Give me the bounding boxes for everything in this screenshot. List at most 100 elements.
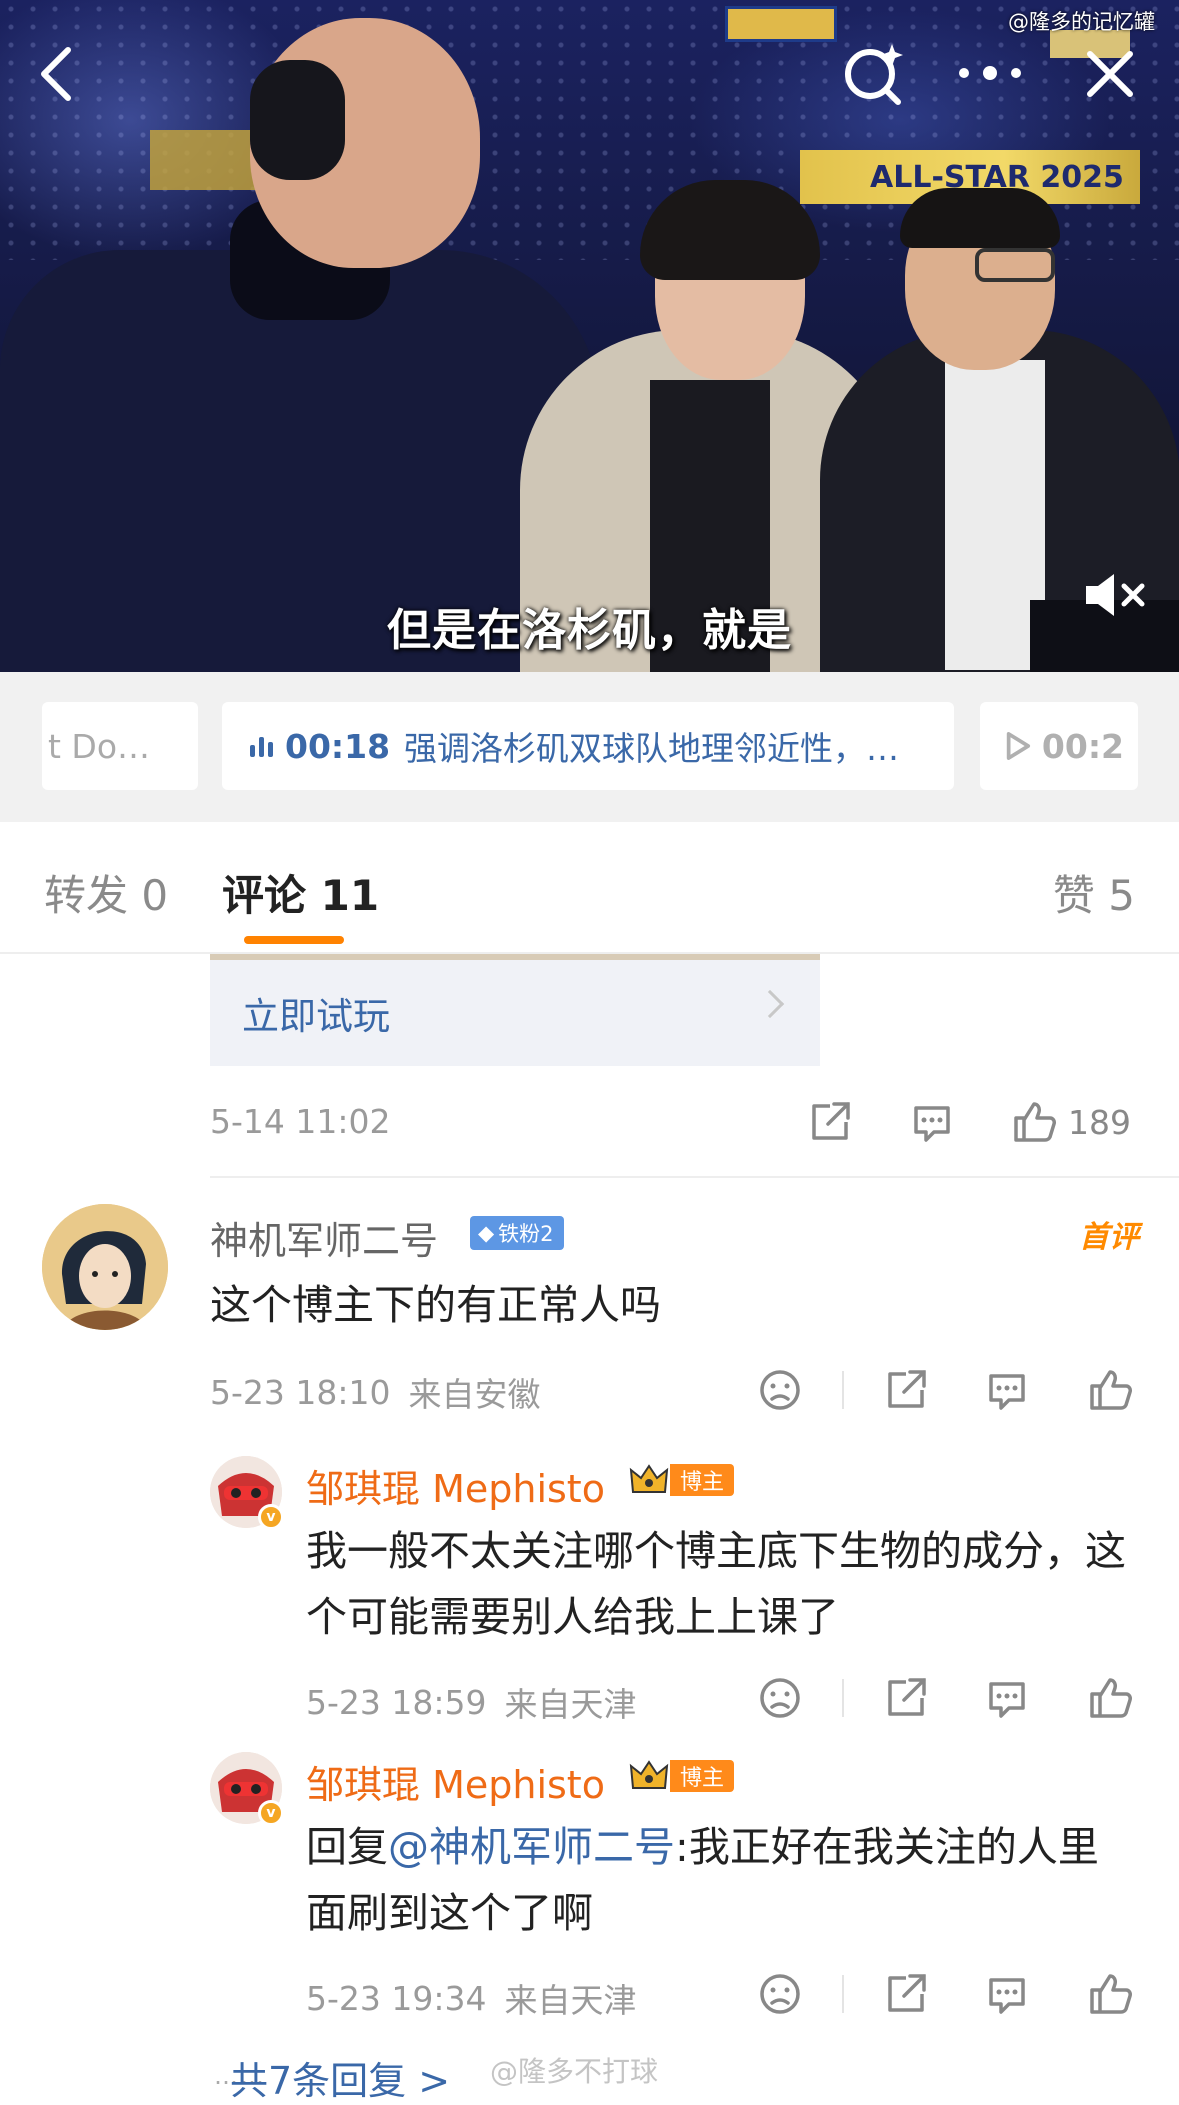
video-watermark: @隆多的记忆罐 bbox=[1008, 10, 1155, 34]
frown-face-icon bbox=[760, 1370, 800, 1410]
comment-time: 5-14 11:02 bbox=[210, 1102, 391, 1141]
comment-icon bbox=[989, 1374, 1025, 1410]
play-icon bbox=[1006, 732, 1031, 760]
headphones-icon bbox=[250, 60, 345, 180]
reply-meta: 5-23 19:34 来自天津 bbox=[306, 1974, 637, 2022]
reply-text: 回复@神机军师二号:我正好在我关注的人里面刷到这个了啊 bbox=[306, 1814, 1136, 1946]
comment-icon bbox=[989, 1978, 1025, 2014]
fan-badge: ◆ 铁粉2 bbox=[470, 1216, 564, 1250]
chapter-text: t Do… bbox=[48, 726, 151, 766]
divider bbox=[210, 1176, 1179, 1178]
ad-card[interactable]: 立即试玩 bbox=[210, 960, 820, 1066]
video-player[interactable]: ALL-STAR 2025 @隆多的记忆罐 但是在洛杉矶，就是 bbox=[0, 0, 1179, 672]
search-sparkle-icon bbox=[845, 44, 903, 105]
mute-button[interactable] bbox=[1080, 570, 1150, 620]
chapter-strip: t Do… 00:18 强调洛杉矶双球队地理邻近性，… 00:2 bbox=[0, 672, 1179, 822]
verified-icon: v bbox=[258, 1800, 284, 1826]
tab-comments[interactable]: 评论 11 bbox=[222, 862, 379, 923]
chapter-item-current[interactable]: 00:18 强调洛杉矶双球队地理邻近性，… bbox=[222, 702, 954, 790]
fan-badge-label: 铁粉2 bbox=[498, 1222, 554, 1246]
playing-icon bbox=[250, 735, 273, 757]
thumbs-up-icon bbox=[1090, 1678, 1132, 1718]
share-icon bbox=[888, 1678, 926, 1716]
dislike-button[interactable] bbox=[758, 1676, 802, 1720]
active-tab-indicator bbox=[244, 936, 344, 944]
reply-time: 5-23 18:59 bbox=[306, 1682, 487, 1722]
reply-prefix: 回复 bbox=[306, 1823, 388, 1871]
scoreboard-sign bbox=[725, 6, 837, 42]
share-button[interactable] bbox=[884, 1676, 928, 1720]
comment-username[interactable]: 神机军师二号 bbox=[210, 1210, 438, 1265]
reply-button[interactable] bbox=[985, 1368, 1029, 1412]
reply-username[interactable]: 邹琪琨 Mephisto bbox=[306, 1754, 605, 1809]
thumbs-up-icon bbox=[1090, 1974, 1132, 2014]
mention-link[interactable]: @神机军师二号 bbox=[388, 1823, 675, 1871]
thumbs-up-icon bbox=[1014, 1102, 1056, 1142]
tab-repost[interactable]: 转发 0 bbox=[44, 862, 168, 923]
reply-username[interactable]: 邹琪琨 Mephisto bbox=[306, 1458, 605, 1513]
more-replies-link[interactable]: 共7条回复 > bbox=[230, 2050, 450, 2105]
ad-cta-label: 立即试玩 bbox=[242, 995, 390, 1038]
chapter-item-next[interactable]: 00:2 bbox=[980, 702, 1138, 790]
chevron-right-icon bbox=[755, 989, 785, 1019]
avatar-illustration bbox=[42, 1204, 168, 1330]
comment-icon bbox=[989, 1682, 1025, 1718]
blogger-badge: 博主 bbox=[628, 1758, 735, 1794]
reply-button[interactable] bbox=[985, 1972, 1029, 2016]
reply-location: 来自天津 bbox=[504, 1981, 637, 2020]
avatar[interactable] bbox=[42, 1204, 168, 1330]
share-icon bbox=[812, 1102, 850, 1140]
blogger-badge: 博主 bbox=[628, 1461, 735, 1499]
divider bbox=[842, 1975, 844, 2013]
close-button[interactable] bbox=[1080, 44, 1140, 104]
dislike-button[interactable] bbox=[758, 1972, 802, 2016]
like-button[interactable] bbox=[1088, 1676, 1134, 1720]
comment-icon bbox=[914, 1106, 950, 1142]
share-icon bbox=[888, 1370, 926, 1408]
arena-sign bbox=[150, 130, 260, 190]
comment-time: 5-23 18:10 bbox=[210, 1372, 391, 1412]
share-button[interactable] bbox=[808, 1100, 852, 1144]
more-icon bbox=[959, 66, 1021, 80]
comment-location: 来自安徽 bbox=[408, 1375, 541, 1414]
chapter-item-prev[interactable]: t Do… bbox=[42, 702, 198, 790]
back-icon bbox=[41, 47, 71, 101]
comment-text: 这个博主下的有正常人吗 bbox=[210, 1281, 661, 1329]
chapter-time: 00:2 bbox=[1041, 726, 1124, 766]
prev-comment-meta: 5-14 11:02 bbox=[210, 1102, 391, 1141]
share-icon bbox=[888, 1974, 926, 2012]
mute-icon bbox=[1086, 574, 1145, 616]
first-comment-tag: 首评 bbox=[1079, 1220, 1139, 1255]
reply-button[interactable] bbox=[910, 1100, 954, 1144]
verified-icon: v bbox=[258, 1504, 284, 1530]
like-button[interactable] bbox=[1088, 1972, 1134, 2016]
reply-meta: 5-23 18:59 来自天津 bbox=[306, 1678, 637, 1726]
dislike-button[interactable] bbox=[758, 1368, 802, 1412]
commentator-right-hair bbox=[900, 188, 1060, 248]
ai-search-button[interactable] bbox=[840, 38, 910, 108]
detail-tabs: 转发 0 评论 11 赞 5 bbox=[0, 822, 1179, 954]
glasses-icon bbox=[975, 248, 1055, 282]
tab-likes[interactable]: 赞 5 bbox=[1053, 862, 1135, 923]
frown-face-icon bbox=[760, 1974, 800, 2014]
like-button[interactable]: 189 bbox=[1012, 1100, 1131, 1144]
close-icon bbox=[1087, 51, 1133, 97]
frown-face-icon bbox=[760, 1678, 800, 1718]
crown-icon bbox=[628, 1461, 670, 1499]
reply-button[interactable] bbox=[985, 1676, 1029, 1720]
like-button[interactable] bbox=[1088, 1368, 1134, 1412]
thumbs-up-icon bbox=[1090, 1370, 1132, 1410]
share-button[interactable] bbox=[884, 1368, 928, 1412]
reply-time: 5-23 19:34 bbox=[306, 1978, 487, 2018]
more-button[interactable] bbox=[950, 50, 1030, 96]
share-button[interactable] bbox=[884, 1972, 928, 2016]
blogger-tag-label: 博主 bbox=[670, 1464, 735, 1496]
chapter-time: 00:18 bbox=[285, 726, 391, 766]
diamond-icon: ◆ bbox=[478, 1221, 495, 1245]
reply-location: 来自天津 bbox=[504, 1685, 637, 1724]
chapter-text: 强调洛杉矶双球队地理邻近性，… bbox=[404, 729, 900, 768]
blogger-tag-label: 博主 bbox=[670, 1760, 735, 1792]
bottom-watermark: @隆多不打球 bbox=[490, 2055, 659, 2088]
like-count: 189 bbox=[1068, 1102, 1131, 1142]
back-button[interactable] bbox=[28, 42, 84, 106]
